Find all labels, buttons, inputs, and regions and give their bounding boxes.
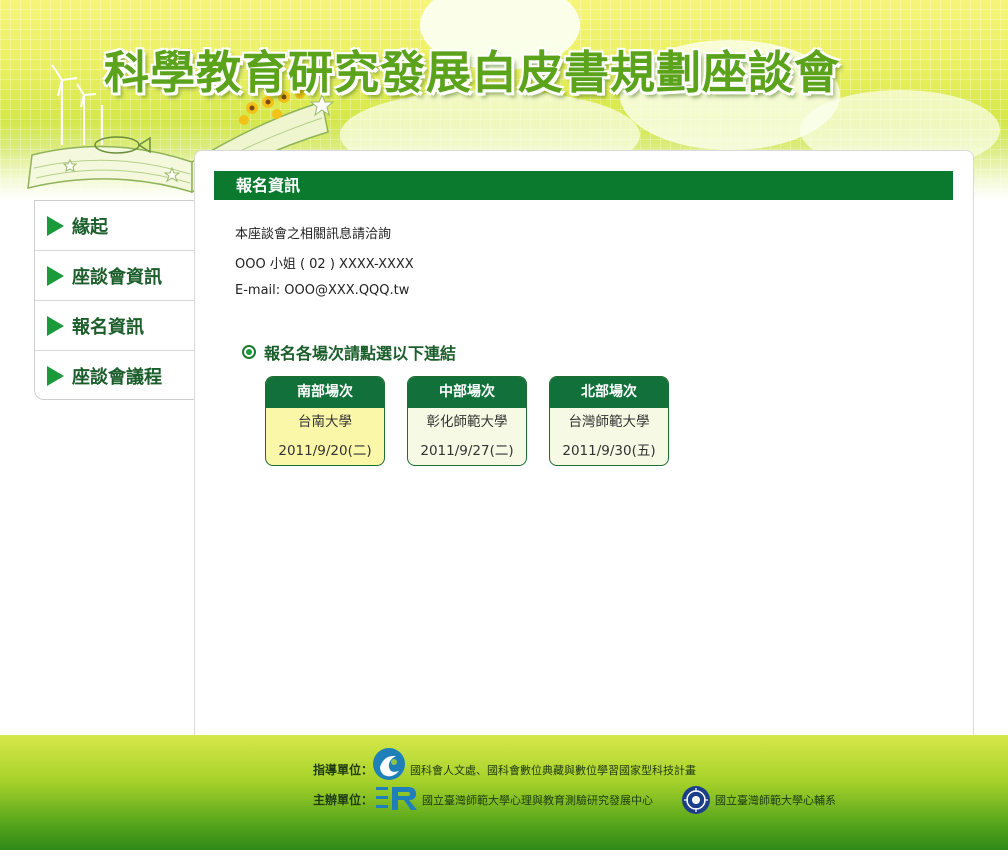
session-card-south[interactable]: 南部場次 台南大學 2011/9/20(二) bbox=[265, 376, 385, 466]
sidebar-item-label: 座談會議程 bbox=[72, 367, 162, 388]
site-title: 科學教育研究發展白皮書規劃座談會 bbox=[104, 46, 841, 99]
session-venue: 台灣師範大學 bbox=[568, 414, 650, 430]
host-text-2: 國立臺灣師範大學心輔系 bbox=[715, 794, 836, 807]
contact-phone: OOO 小姐 ( 02 ) XXXX-XXXX bbox=[235, 257, 414, 272]
session-region: 北部場次 bbox=[550, 377, 668, 408]
sidebar-item-label: 緣起 bbox=[72, 216, 108, 238]
guide-text: 國科會人文處、國科會數位典藏與數位學習國家型科技計畫 bbox=[410, 764, 696, 777]
guide-label: 指導單位： bbox=[313, 763, 374, 777]
session-region: 南部場次 bbox=[266, 377, 384, 408]
session-date: 2011/9/20(二) bbox=[278, 443, 372, 459]
sidebar-item-label: 報名資訊 bbox=[72, 316, 144, 338]
nsc-logo-icon bbox=[373, 748, 405, 780]
subheading-text: 報名各場次請點選以下連結 bbox=[264, 344, 457, 363]
sidebar-item-origin[interactable]: 緣起 bbox=[35, 201, 194, 251]
sidebar-nav: 緣起 座談會資訊 報名資訊 座談會議程 bbox=[34, 200, 194, 400]
triangle-arrow-icon bbox=[47, 215, 64, 236]
ntnu-emblem-icon bbox=[682, 786, 710, 814]
sidebar-item-forum-info[interactable]: 座談會資訊 bbox=[35, 251, 194, 301]
session-card-north[interactable]: 北部場次 台灣師範大學 2011/9/30(五) bbox=[549, 376, 669, 466]
session-venue: 台南大學 bbox=[298, 414, 352, 430]
sidebar-item-agenda[interactable]: 座談會議程 bbox=[35, 351, 194, 401]
rcpet-logo-icon bbox=[376, 787, 417, 810]
session-date: 2011/9/27(二) bbox=[420, 443, 514, 459]
triangle-arrow-icon bbox=[47, 265, 64, 286]
sidebar-item-label: 座談會資訊 bbox=[72, 266, 162, 288]
session-region: 中部場次 bbox=[408, 377, 526, 408]
host-text-1: 國立臺灣師範大學心理與教育測驗研究發展中心 bbox=[422, 794, 653, 807]
footer: 指導單位： 國科會人文處、國科會數位典藏與數位學習國家型科技計畫 主辦單位： 國… bbox=[0, 735, 1008, 850]
triangle-arrow-icon bbox=[47, 315, 64, 336]
session-date: 2011/9/30(五) bbox=[562, 443, 656, 459]
contact-intro: 本座談會之相關訊息請洽詢 bbox=[235, 227, 392, 242]
session-card-central[interactable]: 中部場次 彰化師範大學 2011/9/27(二) bbox=[407, 376, 527, 466]
session-venue: 彰化師範大學 bbox=[426, 414, 508, 430]
sidebar-item-registration[interactable]: 報名資訊 bbox=[35, 301, 194, 351]
contact-email: E-mail: OOO@XXX.QQQ.tw bbox=[235, 283, 410, 298]
section-title: 報名資訊 bbox=[214, 171, 953, 200]
host-label: 主辦單位： bbox=[313, 793, 374, 807]
bullet-icon bbox=[242, 345, 256, 359]
triangle-arrow-icon bbox=[47, 366, 64, 386]
registration-subheading: 報名各場次請點選以下連結 bbox=[242, 341, 456, 363]
